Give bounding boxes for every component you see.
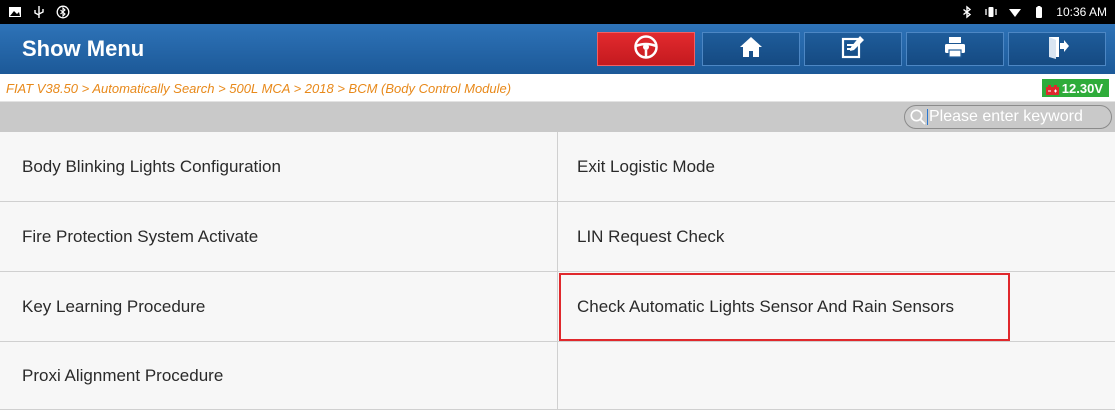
battery-icon: [1032, 5, 1046, 19]
menu-item[interactable]: Proxi Alignment Procedure: [0, 342, 558, 410]
exit-button[interactable]: [1008, 32, 1106, 66]
vibrate-icon: [984, 5, 998, 19]
search-input[interactable]: [929, 108, 1109, 126]
print-button[interactable]: [906, 32, 1004, 66]
edit-button[interactable]: [804, 32, 902, 66]
menu-item[interactable]: LIN Request Check: [558, 202, 1115, 272]
image-icon: [8, 5, 22, 19]
usb-icon: [32, 5, 46, 19]
exit-icon: [1044, 34, 1070, 65]
menu-item[interactable]: Body Blinking Lights Configuration: [0, 132, 558, 202]
bluetooth-icon: [960, 5, 974, 19]
search-icon: [909, 108, 927, 126]
menu-item[interactable]: Exit Logistic Mode: [558, 132, 1115, 202]
home-button[interactable]: [702, 32, 800, 66]
app-header: Show Menu: [0, 24, 1115, 74]
function-menu: Body Blinking Lights Configuration Exit …: [0, 132, 1115, 410]
search-bar: [0, 102, 1115, 132]
vehicle-connect-button[interactable]: [597, 32, 695, 66]
bluetooth-circle-icon: [56, 5, 70, 19]
car-battery-icon: [1045, 83, 1059, 95]
search-box[interactable]: [904, 105, 1112, 129]
printer-icon: [942, 34, 968, 65]
breadcrumb: FIAT V38.50 > Automatically Search > 500…: [6, 81, 512, 96]
menu-item-highlighted[interactable]: Check Automatic Lights Sensor And Rain S…: [558, 272, 1115, 342]
edit-icon: [840, 34, 866, 65]
voltage-value: 12.30V: [1061, 80, 1103, 96]
home-icon: [738, 34, 764, 65]
status-time: 10:36 AM: [1056, 5, 1107, 19]
menu-item-empty: [558, 342, 1115, 410]
menu-item[interactable]: Key Learning Procedure: [0, 272, 558, 342]
status-bar: 10:36 AM: [0, 0, 1115, 24]
steering-wheel-icon: [633, 34, 659, 65]
menu-item[interactable]: Fire Protection System Activate: [0, 202, 558, 272]
voltage-badge: 12.30V: [1041, 79, 1109, 97]
breadcrumb-bar: FIAT V38.50 > Automatically Search > 500…: [0, 74, 1115, 102]
text-caret: [927, 109, 928, 125]
page-title: Show Menu: [22, 36, 145, 61]
wifi-icon: [1008, 5, 1022, 19]
